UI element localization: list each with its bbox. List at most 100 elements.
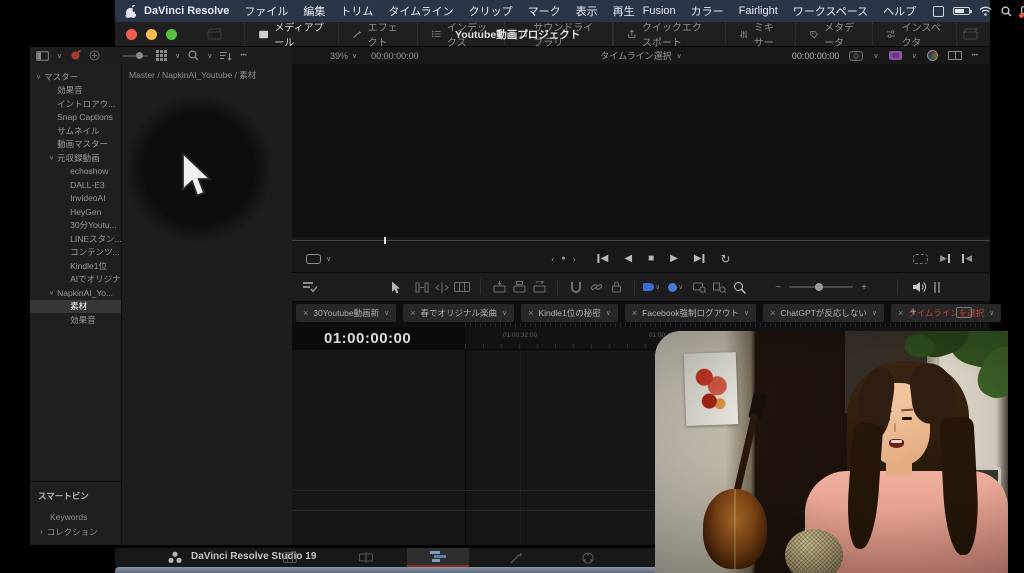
audio-monitor-icon[interactable] (910, 281, 930, 293)
mixer-toggle-icon[interactable] (933, 281, 940, 293)
close-tab-icon[interactable]: × (632, 308, 637, 318)
menu-item[interactable]: タイムライン (388, 3, 453, 19)
menu-item[interactable]: DaVinci Resolve (144, 5, 229, 17)
camera-icon[interactable] (849, 50, 864, 61)
input-source-icon[interactable] (933, 5, 945, 17)
menu-item[interactable]: ファイル (244, 3, 288, 19)
timeline-tab[interactable]: × 30Youtube動画新 ∨ (296, 304, 397, 322)
minimize-window-button[interactable] (146, 28, 157, 40)
chevron-down-icon[interactable]: ∨ (57, 52, 62, 60)
chevron-down-icon[interactable]: ∨ (326, 255, 331, 263)
close-tab-icon[interactable]: × (303, 308, 308, 318)
first-frame-button[interactable]: ◀ (597, 253, 608, 264)
timeline-tab[interactable]: × Kindle1位の秘密 ∨ (521, 304, 618, 322)
chevron-down-icon[interactable]: ∨ (744, 309, 749, 317)
menu-item[interactable]: カラー (691, 3, 724, 19)
marker-icon[interactable] (668, 282, 678, 292)
smartbin-item-collections[interactable]: › コレクション (30, 524, 121, 539)
toolbar-tab-media-pool[interactable]: メディアプール (244, 22, 340, 49)
bin-row[interactable]: ∨ 元収録動画 (30, 151, 121, 165)
bin-row[interactable]: ∨ コンテンツ... (30, 246, 121, 260)
bin-row[interactable]: ∨ 効果音 (30, 84, 121, 98)
spotlight-icon[interactable] (1001, 5, 1012, 17)
loop-button[interactable]: ↻ (721, 252, 731, 266)
chevron-down-icon[interactable]: ∨ (678, 283, 683, 291)
grid-view-icon[interactable] (156, 50, 168, 61)
chevron-down-icon[interactable]: ∨ (912, 52, 917, 60)
replace-clip-icon[interactable] (529, 281, 549, 293)
smartbin-item-keywords[interactable]: Keywords (30, 509, 121, 524)
bin-list-toggle-icon[interactable] (36, 50, 49, 61)
add-timeline-tab-button[interactable]: + (910, 306, 916, 318)
play-reverse-button[interactable]: ◀ (624, 253, 632, 264)
dual-viewer-icon[interactable] (947, 51, 962, 60)
close-window-button[interactable] (126, 28, 137, 40)
close-tab-icon[interactable]: × (410, 308, 415, 318)
position-lock-icon[interactable] (606, 281, 626, 293)
chevron-down-icon[interactable]: ∨ (207, 52, 212, 60)
chevron-down-icon[interactable]: ∨ (989, 309, 994, 317)
menu-item[interactable]: トリム (340, 3, 373, 19)
timeline-view-options-icon[interactable] (300, 281, 320, 293)
viewer-overlay-icon[interactable] (306, 253, 321, 264)
bin-row[interactable]: ∨ DALL-E3 (30, 178, 121, 192)
bin-row[interactable]: ∨ サムネイル (30, 124, 121, 138)
jog-control[interactable]: ‹ ● › (551, 254, 575, 264)
bin-row[interactable]: ∨ イントロアウ... (30, 97, 121, 111)
film-reel-icon[interactable] (888, 51, 902, 60)
snapping-icon[interactable] (566, 281, 586, 293)
last-frame-button[interactable]: ▶ (694, 253, 705, 264)
viewer-scrubber[interactable] (292, 237, 990, 245)
bin-row[interactable]: ∨ マスター (30, 70, 121, 84)
stop-button[interactable]: ■ (648, 253, 654, 264)
detail-zoom-icon[interactable] (709, 281, 729, 293)
bin-row[interactable]: ∨ LINEスタン... (30, 232, 121, 246)
apple-menu-icon[interactable] (125, 4, 136, 18)
menu-item[interactable]: クリップ (469, 3, 513, 19)
close-tab-icon[interactable]: × (770, 308, 775, 318)
toolbar-tab-effects[interactable]: エフェクト (339, 22, 419, 49)
next-marker-icon[interactable]: ▶ (940, 253, 951, 264)
media-capture-icon[interactable] (207, 28, 222, 40)
menu-item[interactable]: 表示 (576, 3, 598, 19)
chevron-down-icon[interactable]: ∨ (175, 52, 180, 60)
menu-item[interactable]: 編集 (303, 3, 325, 19)
playhead-timecode[interactable]: 01:00:00:00 (324, 330, 411, 347)
toolbar-tab-mixer[interactable]: ミキサー (726, 22, 796, 49)
flag-icon[interactable] (643, 283, 654, 291)
zoom-out-button[interactable]: − (775, 282, 781, 293)
viewer-video-area[interactable] (292, 64, 990, 237)
close-tab-icon[interactable]: × (528, 308, 533, 318)
timeline-tab[interactable]: × Facebook強制ログアウト ∨ (624, 304, 757, 322)
timeline-tab[interactable]: × 春でオリジナル楽曲 ∨ (403, 304, 515, 322)
color-tag-icon[interactable] (70, 50, 82, 61)
page-cut[interactable] (343, 548, 389, 567)
close-tab-icon[interactable]: × (898, 308, 903, 318)
battery-icon[interactable] (953, 7, 973, 15)
chevron-down-icon[interactable]: ∨ (872, 309, 877, 317)
page-color[interactable] (565, 548, 611, 567)
bin-row[interactable]: ∨ AIでオリジナ... (30, 273, 121, 287)
menu-item[interactable]: Fairlight (739, 5, 778, 17)
color-wheel-icon[interactable] (926, 50, 938, 61)
chevron-down-icon[interactable]: ∨ (606, 309, 611, 317)
clapper-icon[interactable] (963, 28, 978, 40)
toolbar-tab-metadata[interactable]: メタデータ (796, 22, 874, 49)
viewer-zoom-select[interactable]: 39% ∨ (330, 51, 357, 61)
menu-item[interactable]: 再生 (613, 3, 635, 19)
zoom-in-button[interactable]: + (861, 282, 867, 293)
search-icon[interactable] (188, 50, 199, 61)
dynamic-trim-mode-icon[interactable] (432, 281, 452, 293)
menu-item[interactable]: ヘルプ (883, 3, 916, 19)
bin-row[interactable]: ∨ HeyGen (30, 205, 121, 219)
page-edit[interactable] (407, 548, 469, 567)
chevron-down-icon[interactable]: ∨ (655, 283, 660, 291)
chevron-down-icon[interactable]: ∨ (873, 52, 878, 60)
selection-tool-icon[interactable] (386, 281, 406, 294)
zoom-window-button[interactable] (166, 28, 177, 40)
add-bin-icon[interactable] (89, 50, 100, 61)
timeline-zoom-slider[interactable] (789, 283, 854, 291)
bin-row[interactable]: ∨ 30分Youtu... (30, 219, 121, 233)
custom-zoom-icon[interactable] (729, 281, 749, 294)
bin-row[interactable]: ∨ Snap Captions (30, 111, 121, 125)
